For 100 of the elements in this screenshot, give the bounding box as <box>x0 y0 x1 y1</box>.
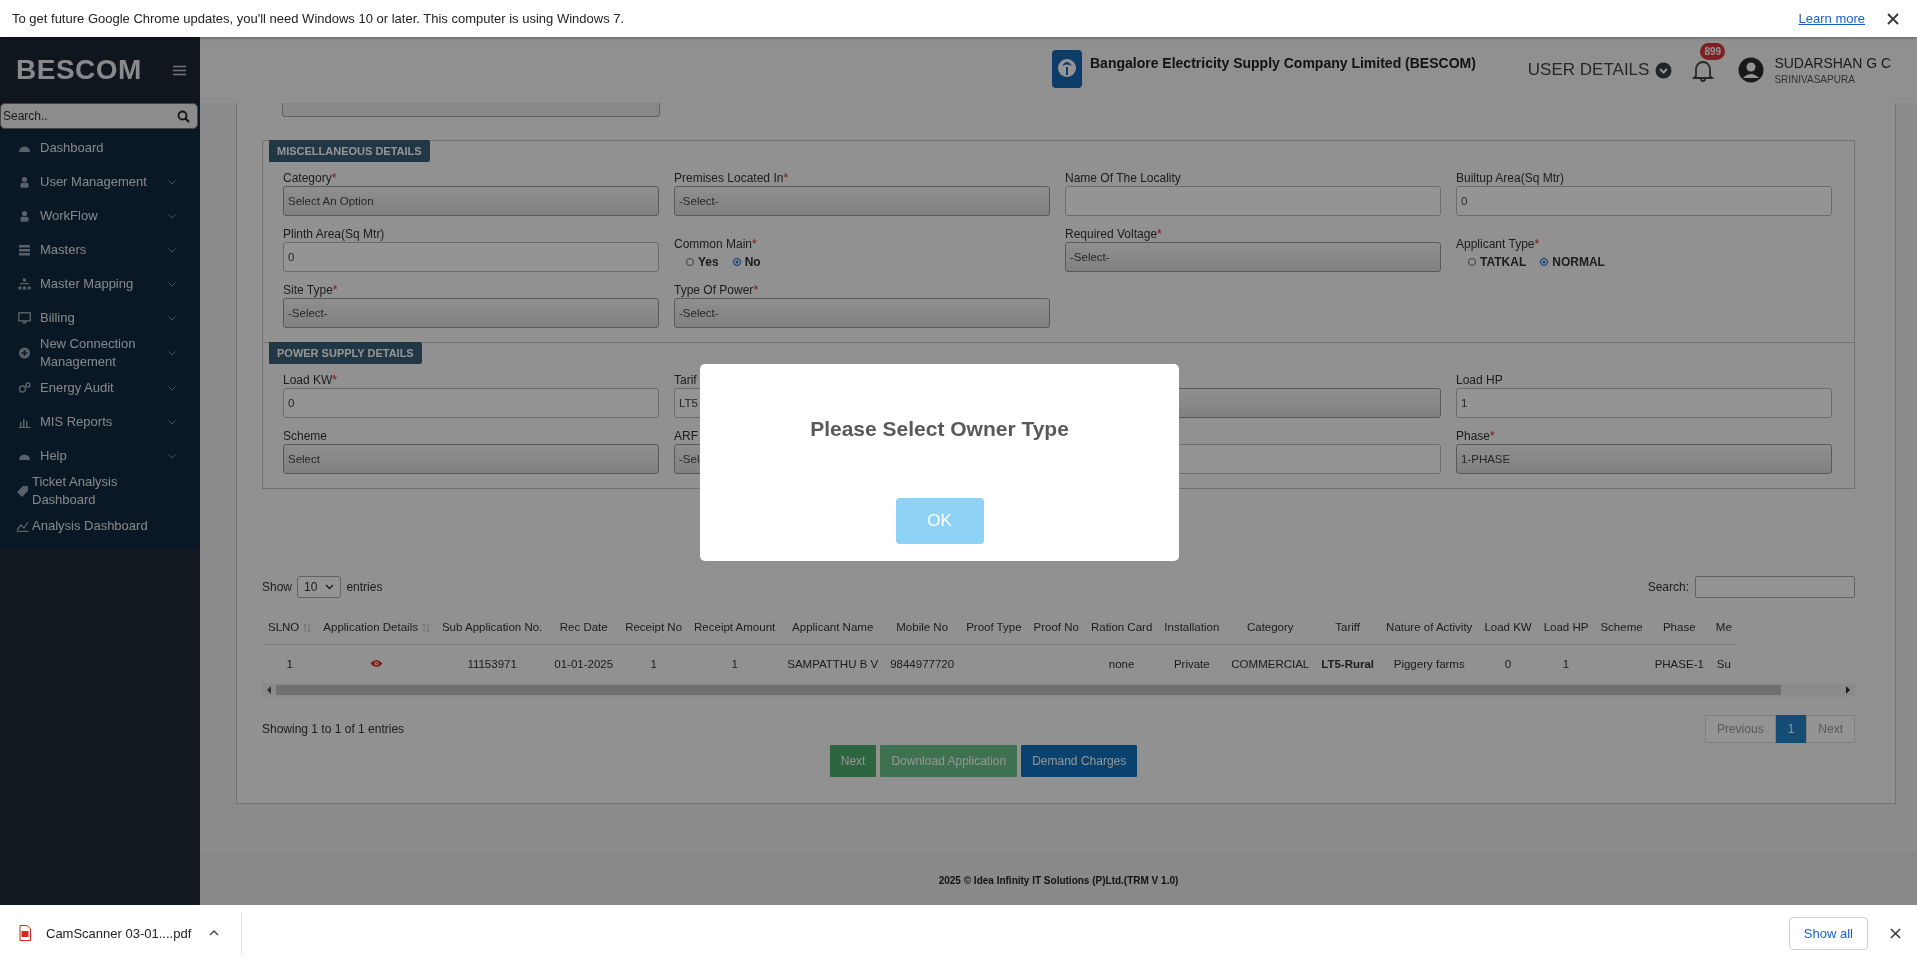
notification-badge: 899 <box>1700 43 1726 60</box>
column-header[interactable]: Load HP <box>1537 610 1595 645</box>
scroll-right-icon[interactable] <box>1845 686 1851 694</box>
dialog-message: Please Select Owner Type <box>810 417 1069 441</box>
user-icon <box>18 210 31 222</box>
table-cell: none <box>1108 658 1135 670</box>
menu-icon[interactable] <box>173 64 186 76</box>
scroll-left-icon[interactable] <box>266 686 272 694</box>
select-field[interactable]: -Select- <box>1065 242 1441 272</box>
user-icon <box>18 176 31 188</box>
caret-icon <box>325 584 335 590</box>
table-cell: 1 <box>286 658 293 670</box>
download-file-name[interactable]: CamScanner 03-01....pdf <box>46 925 192 941</box>
input-field[interactable]: 1 <box>1456 388 1832 418</box>
column-header[interactable]: Ration Card <box>1084 610 1159 645</box>
sidebar-item[interactable]: User Management <box>0 165 200 199</box>
field-label: Tarif <box>674 372 697 388</box>
field-label: Applicant Type* <box>1456 236 1540 252</box>
organization-name: Bangalore Electricity Supply Company Limited (BESCOM) <box>1090 55 1476 71</box>
section-title: POWER SUPPLY DETAILS <box>269 342 422 364</box>
column-header[interactable]: Scheme <box>1594 610 1649 645</box>
sidebar-item[interactable]: Masters <box>0 233 200 267</box>
close-icon[interactable] <box>1890 927 1901 939</box>
sidebar-item[interactable]: Dashboard <box>0 131 200 165</box>
column-header[interactable]: Load KW <box>1478 610 1538 645</box>
column-header[interactable]: Proof Type <box>960 610 1028 645</box>
column-header[interactable]: Proof No <box>1027 610 1085 645</box>
column-header[interactable]: Me <box>1709 610 1738 645</box>
column-header[interactable]: Tariff <box>1315 610 1381 645</box>
column-header[interactable]: SLNO <box>262 610 318 645</box>
table-cell: Private <box>1173 658 1210 670</box>
caret-up-icon[interactable] <box>209 930 220 936</box>
hierarchy-icon <box>18 278 31 290</box>
column-header[interactable]: Installation <box>1158 610 1226 645</box>
column-header[interactable]: Category <box>1225 610 1316 645</box>
horizontal-scrollbar[interactable] <box>262 683 1855 697</box>
column-header[interactable]: Nature of Activity <box>1380 610 1479 645</box>
table-cell: PHASE-1 <box>1654 658 1704 670</box>
avatar-icon[interactable] <box>1738 57 1765 83</box>
section-title: MISCELLANEOUS DETAILS <box>269 140 430 162</box>
column-header[interactable]: Applicant Name <box>781 610 885 645</box>
column-header[interactable]: Receipt No <box>619 610 689 645</box>
field-label: Premises Located In* <box>674 170 789 186</box>
select-field[interactable]: -Select- <box>283 298 659 328</box>
plus-icon <box>18 347 31 359</box>
field-label: Required Voltage* <box>1065 226 1162 242</box>
table-cell: 1 <box>650 658 657 670</box>
column-header[interactable]: Application Details <box>317 610 436 645</box>
sidebar-item[interactable]: Help <box>0 439 200 473</box>
radio-option[interactable]: Yes <box>686 255 719 269</box>
field-label: Scheme <box>283 428 328 444</box>
search-field[interactable]: Search.. <box>0 103 198 129</box>
learn-more-link[interactable]: Learn more <box>1798 11 1865 26</box>
field-label: Common Main* <box>674 236 757 252</box>
bell-icon[interactable] <box>1692 58 1715 82</box>
action-button[interactable]: Demand Charges <box>1021 745 1138 777</box>
input-field[interactable]: 0 <box>283 242 659 272</box>
monitor-icon <box>18 312 31 324</box>
sidebar-item[interactable]: Master Mapping <box>0 267 200 301</box>
field-label: Plinth Area(Sq Mtr) <box>283 226 385 242</box>
field-label: ARF <box>674 428 698 444</box>
sidebar-item[interactable]: Ticket Analysis Dashboard <box>0 473 200 509</box>
select-field[interactable]: Select An Option <box>283 186 659 216</box>
input-field[interactable] <box>1065 186 1441 216</box>
sidebar-item[interactable]: Energy Audit <box>0 371 200 405</box>
chevron-down-icon <box>168 213 176 219</box>
search-field[interactable] <box>1695 576 1855 598</box>
radio-option[interactable]: TATKAL <box>1468 255 1527 269</box>
chevron-down-icon <box>168 385 176 391</box>
select-field[interactable]: -Select- <box>674 186 1050 216</box>
select-field[interactable]: 1-PHASE <box>1456 444 1832 474</box>
column-header[interactable]: Receipt Amount <box>688 610 782 645</box>
input-field[interactable] <box>282 103 660 117</box>
eye-icon[interactable] <box>370 659 384 668</box>
input-field[interactable]: 0 <box>1456 186 1832 216</box>
user-details-menu[interactable]: USER DETAILS <box>1527 60 1673 80</box>
sidebar-item[interactable]: Billing <box>0 301 200 335</box>
select-field[interactable]: Select <box>283 444 659 474</box>
chart-icon <box>18 416 31 428</box>
page-length-select[interactable]: 10 <box>297 576 342 598</box>
sidebar-item[interactable]: MIS Reports <box>0 405 200 439</box>
sidebar-item[interactable]: WorkFlow <box>0 199 200 233</box>
user-location: SRINIVASAPURA <box>1774 74 1856 85</box>
brand-title: BESCOM <box>16 54 142 86</box>
column-header[interactable]: Mobile No <box>884 610 961 645</box>
tag-icon <box>16 485 29 497</box>
close-icon[interactable] <box>1887 12 1899 25</box>
column-header[interactable]: Sub Application No. <box>435 610 549 645</box>
table-cell: LT5-Rural <box>1321 658 1375 670</box>
select-field[interactable]: -Select- <box>674 298 1050 328</box>
radio-option[interactable]: No <box>732 255 761 269</box>
input-field[interactable]: 0 <box>283 388 659 418</box>
pagination-button[interactable]: 1 <box>1775 715 1807 743</box>
radio-option[interactable]: NORMAL <box>1540 255 1605 269</box>
column-header[interactable]: Phase <box>1648 610 1710 645</box>
show-all-button[interactable]: Show all <box>1788 916 1868 950</box>
column-header[interactable]: Rec Date <box>548 610 620 645</box>
field-label: Load HP <box>1456 372 1503 388</box>
sidebar-item[interactable]: Analysis Dashboard <box>0 509 200 543</box>
sidebar-item[interactable]: New Connection Management <box>0 335 200 371</box>
